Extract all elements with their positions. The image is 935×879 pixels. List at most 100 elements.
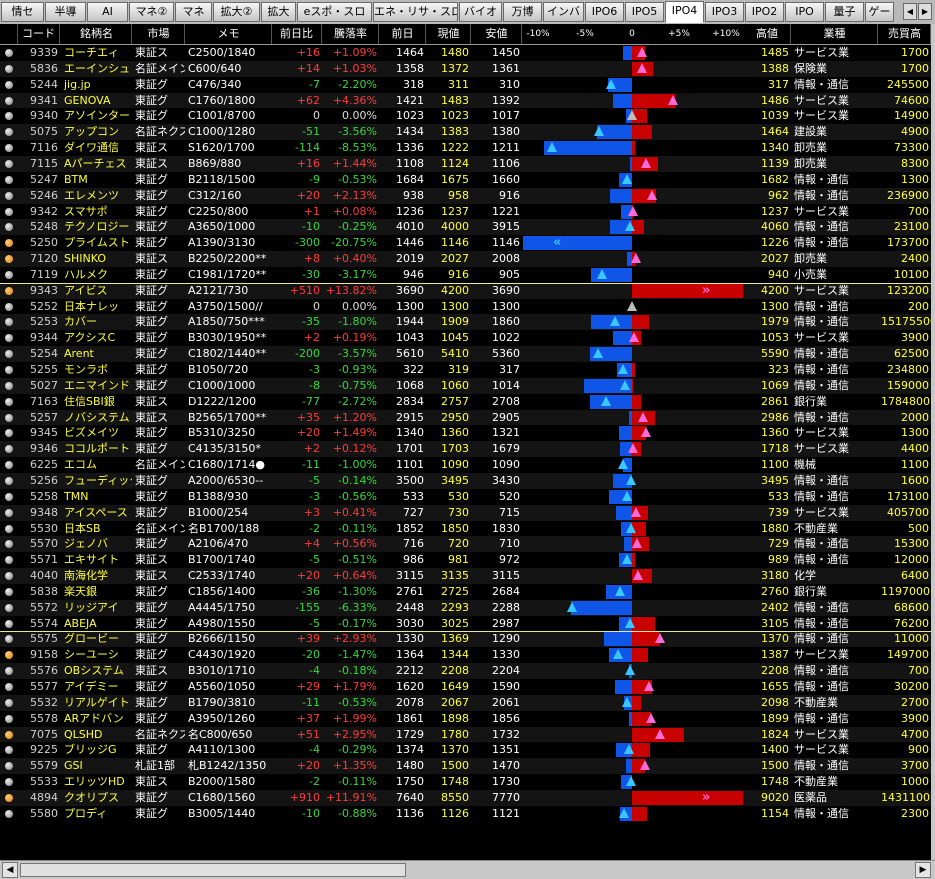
table-row[interactable]: 6225 エコム 名証メイン C1680/1714● -11 -1.00% 1101 1090… bbox=[0, 457, 931, 474]
table-row[interactable]: 5257 ノバシステム 東証ス B2565/1700** +35 +1.20% 2915 29… bbox=[0, 409, 931, 426]
tab-5[interactable]: 拡大② bbox=[213, 2, 260, 22]
table-row[interactable]: 5572 リッジアイ 東証グ A4445/1750 -155 -6.33% 2448 2293… bbox=[0, 599, 931, 616]
table-row[interactable]: 5254 Arent 東証グ C1802/1440** -200 -3.57% 5610 54… bbox=[0, 346, 931, 363]
tab-4[interactable]: マネ bbox=[175, 2, 212, 22]
table-row[interactable]: 9225 ブリッジG 東証グ A4110/1300 -4 -0.29% 1374 1370 13… bbox=[0, 742, 931, 759]
header-low[interactable]: 安値 bbox=[472, 24, 522, 44]
table-row[interactable]: 9345 ビズメイツ 東証グ B5310/3250 +20 +1.49% 1340 1360 1… bbox=[0, 425, 931, 442]
tab-14[interactable]: IPO4 bbox=[665, 1, 704, 23]
current-price-marker-icon bbox=[614, 585, 625, 596]
table-row[interactable]: 9342 スマサポ 東証グ C2250/800 +1 +0.08% 1236 1237 1221… bbox=[0, 203, 931, 220]
scroll-thumb[interactable] bbox=[20, 863, 406, 877]
table-row[interactable]: 5576 OBシステム 東証ス B3010/1710 -4 -0.18% 2212 2208 2… bbox=[0, 663, 931, 680]
tab-13[interactable]: IPO5 bbox=[625, 2, 664, 22]
cell-value: 2300 bbox=[901, 806, 929, 820]
table-row[interactable]: 7120 SHINKO 東証ス B2250/2200** +8 +0.40% 2019 202… bbox=[0, 251, 931, 268]
cell-sector: 情報・通信 bbox=[794, 616, 849, 630]
header-sector[interactable]: 業種 bbox=[792, 24, 878, 44]
cell-name: ビズメイツ bbox=[64, 426, 119, 440]
table-row[interactable]: 9341 GENOVA 東証グ C1760/1800 +62 +4.36% 1421 1483… bbox=[0, 92, 931, 109]
header-high[interactable]: 高値 bbox=[744, 24, 791, 44]
table-row[interactable]: 5532 リアルゲイト 東証グ B1790/3810 -11 -0.53% 2078 2067… bbox=[0, 694, 931, 711]
table-row[interactable]: 5575 グロービー 東証グ B2666/1150 +39 +2.93% 1330 1369 1… bbox=[0, 631, 931, 648]
header-code[interactable]: コード bbox=[18, 24, 60, 44]
table-row[interactable]: 9158 シーユーシ 東証グ C4430/1920 -20 -1.47% 1364 1344 1… bbox=[0, 647, 931, 664]
table-row[interactable]: 5256 フューディック東証グ A2000/6530-- -5 -0.14% 3500 34… bbox=[0, 472, 931, 489]
table-row[interactable]: 7119 ハルメク 東証グ C1981/1720** -30 -3.17% 946 916 90… bbox=[0, 266, 931, 283]
tab-7[interactable]: eスポ・スロ bbox=[297, 2, 372, 22]
table-row[interactable]: 5570 ジェノバ 東証グ A2106/470 +4 +0.56% 716 720 710 729… bbox=[0, 536, 931, 553]
cell-change: -2 bbox=[309, 775, 320, 789]
table-row[interactable]: 5580 プロディ 東証グ B3005/1440 -10 -0.88% 1136 1126 11… bbox=[0, 805, 931, 822]
tab-scroll-left-button[interactable]: ◀ bbox=[903, 3, 917, 20]
table-row[interactable]: 9346 ココルポート 東証グ C4135/3150* +2 +0.12% 1701 1703… bbox=[0, 441, 931, 458]
header-value[interactable]: 売買高 bbox=[879, 24, 931, 44]
tab-18[interactable]: 量子 bbox=[825, 2, 864, 22]
tab-1[interactable]: 半導 bbox=[45, 2, 86, 22]
cell-memo: C1981/1720** bbox=[188, 267, 267, 281]
tab-19[interactable]: ゲー bbox=[865, 2, 894, 22]
header-pct[interactable]: 騰落率 bbox=[323, 24, 379, 44]
table-row[interactable]: 5533 エリッツHD 東証ス B2000/1580 -2 -0.11% 1750 1748 1… bbox=[0, 774, 931, 791]
tab-9[interactable]: バイオ bbox=[459, 2, 502, 22]
table-row[interactable]: 5246 エレメンツ 東証グ C312/160 +20 +2.13% 938 958 916 96… bbox=[0, 187, 931, 204]
tab-6[interactable]: 拡大 bbox=[261, 2, 296, 22]
header-market[interactable]: 市場 bbox=[133, 24, 185, 44]
table-row[interactable]: 7075 QLSHD 名証ネクス 名C800/650 +51 +2.95% 1729 1780… bbox=[0, 726, 931, 743]
header-memo[interactable]: メモ bbox=[186, 24, 272, 44]
header-change[interactable]: 前日比 bbox=[272, 24, 322, 44]
tab-16[interactable]: IPO2 bbox=[745, 2, 784, 22]
table-row[interactable]: 5244 jig.jp 東証グ C476/340 -7 -2.20% 318 311 310 31… bbox=[0, 76, 931, 93]
tab-11[interactable]: インバ bbox=[543, 2, 584, 22]
table-row[interactable]: 5252 日本ナレッ 東証グ A3750/1500// 0 0.00% 1300 1300 13… bbox=[0, 298, 931, 315]
cell-change: +62 bbox=[296, 93, 320, 107]
table-row[interactable]: 5075 アップコン 名証ネクス C1000/1280 -51 -3.56% 1434 138… bbox=[0, 124, 931, 141]
header-price[interactable]: 現値 bbox=[427, 24, 471, 44]
table-row[interactable]: 5253 カバー 東証グ A1850/750*** -35 -1.80% 1944 1909 1… bbox=[0, 314, 931, 331]
tab-2[interactable]: AI bbox=[87, 2, 128, 22]
tab-scroll-right-button[interactable]: ▶ bbox=[918, 3, 932, 20]
table-row[interactable]: 4040 南海化学 東証ス C2533/1740 +20 +0.64% 3115 3135 31… bbox=[0, 568, 931, 585]
table-row[interactable]: 5530 日本SB 名証メイン 名B1700/188 -2 -0.11% 1852 1850 1… bbox=[0, 520, 931, 537]
table-row[interactable]: 5250 プライムスト 東証グ A1390/3130 -300 -20.75% 1446 11… bbox=[0, 235, 931, 252]
table-row[interactable]: 4894 クオリプス 東証グ C1680/1560 +910 +11.91% 7640 855… bbox=[0, 789, 931, 806]
tab-3[interactable]: マネ② bbox=[129, 2, 174, 22]
header-prev[interactable]: 前日 bbox=[380, 24, 426, 44]
table-row[interactable]: 5258 TMN 東証グ B1388/930 -3 -0.56% 533 530 520 533 情… bbox=[0, 488, 931, 505]
table-row[interactable]: 7163 住信SBI銀 東証ス D1222/1200 -77 -2.72% 2834 2757… bbox=[0, 393, 931, 410]
table-row[interactable]: 5574 ABEJA 東証グ A4980/1550 -5 -0.17% 3030 3025 29… bbox=[0, 615, 931, 632]
scroll-right-button[interactable]: ▶ bbox=[915, 862, 931, 878]
table-row[interactable]: 9340 アソインター 東証グ C1001/8700 0 0.00% 1023 1023 101… bbox=[0, 108, 931, 125]
cell-sector: 卸売業 bbox=[794, 141, 827, 155]
tab-8[interactable]: エネ・リサ・スロ bbox=[373, 2, 458, 22]
tab-10[interactable]: 万博 bbox=[503, 2, 542, 22]
scroll-left-button[interactable]: ◀ bbox=[2, 862, 18, 878]
horizontal-scrollbar[interactable]: ◀ ▶ bbox=[0, 860, 935, 879]
table-row[interactable]: 9339 コーチエィ 東証ス C2500/1840 +16 +1.09% 1464 1480 1… bbox=[0, 45, 931, 61]
table-row[interactable]: 9343 アイビス 東証グ A2121/730 +510 +13.82% 3690 4200 3… bbox=[0, 282, 931, 299]
table-row[interactable]: 5255 モンラボ 東証グ B1050/720 -3 -0.93% 322 319 317 323… bbox=[0, 362, 931, 378]
table-row[interactable]: 5579 GSI 札証1部 札B1242/1350 +20 +1.35% 1480 1500 1… bbox=[0, 758, 931, 775]
cell-high: 1226 bbox=[761, 236, 789, 250]
table-row[interactable]: 5836 エーインシュ 名証メイン C600/640 +14 +1.03% 1358 1372… bbox=[0, 60, 931, 77]
tab-15[interactable]: IPO3 bbox=[705, 2, 744, 22]
table-row[interactable]: 5578 ARアドバン 東証グ A3950/1260 +37 +1.99% 1861 1898… bbox=[0, 710, 931, 727]
tab-17[interactable]: IPO bbox=[785, 2, 824, 22]
table-row[interactable]: 5248 テクノロジー 東証グ A3650/1000 -10 -0.25% 4010 4000… bbox=[0, 219, 931, 236]
cell-market: 東証グ bbox=[135, 331, 168, 345]
vertical-scrollbar[interactable] bbox=[931, 24, 935, 860]
cell-low: 3430 bbox=[492, 473, 520, 487]
table-row[interactable]: 5577 アイデミー 東証グ A5560/1050 +29 +1.79% 1620 1649 1… bbox=[0, 679, 931, 695]
table-row[interactable]: 7115 Aパーチェス 東証ス B869/880 +16 +1.44% 1108 1124 11… bbox=[0, 155, 931, 172]
tab-0[interactable]: 情セ bbox=[1, 2, 44, 22]
table-row[interactable]: 5838 楽天銀 東証グ C1856/1400 -36 -1.30% 2761 2725 268… bbox=[0, 583, 931, 600]
table-row[interactable]: 5247 BTM 東証グ B2118/1500 -9 -0.53% 1684 1675 1660… bbox=[0, 171, 931, 188]
table-row[interactable]: 9344 アクシスC 東証グ B3030/1950** +2 +0.19% 1043 1045… bbox=[0, 330, 931, 347]
header-name[interactable]: 銘柄名 bbox=[62, 24, 132, 44]
table-row[interactable]: 5571 エキサイト 東証ス B1700/1740 -5 -0.51% 986 981 972 9… bbox=[0, 552, 931, 569]
table-row[interactable]: 7116 ダイワ通信 東証ス S1620/1700 -114 -8.53% 1336 1222… bbox=[0, 140, 931, 157]
status-dot-icon bbox=[5, 714, 13, 723]
table-row[interactable]: 5027 エニマインド 東証グ C1000/1000 -8 -0.75% 1068 1060 1… bbox=[0, 377, 931, 394]
tab-12[interactable]: IPO6 bbox=[585, 2, 624, 22]
table-row[interactable]: 9348 アイスペース 東証グ B1000/254 +3 +0.41% 727 730 715 7… bbox=[0, 504, 931, 521]
